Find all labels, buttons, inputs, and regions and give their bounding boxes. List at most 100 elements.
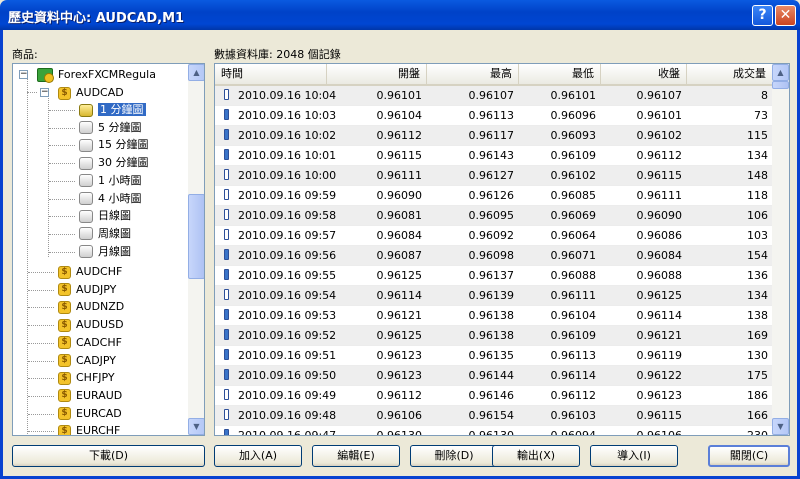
symbol-tree[interactable]: − ForexFXCMRegula − $ AUDCAD 1 分鐘圖 5 分鐘圖 15… xyxy=(12,63,205,436)
tree-root-label: ForexFXCMRegula xyxy=(58,68,156,81)
table-cell: 166 xyxy=(747,409,768,422)
table-row[interactable]: 2010.09.16 10:04 0.96101 0.96107 0.96101 0.9… xyxy=(215,86,773,106)
window-title: 歷史資料中心: AUDCAD,M1 xyxy=(8,11,185,26)
tree-symbol-label: AUDCAD xyxy=(76,86,124,99)
tree-timeframe-item[interactable]: 5 分鐘圖 xyxy=(49,119,142,136)
scroll-down-icon[interactable]: ▼ xyxy=(188,418,204,435)
table-cell: 115 xyxy=(747,129,768,142)
tree-symbol-item[interactable]: $ AUDJPY xyxy=(28,281,116,298)
table-scrollbar[interactable]: ▲ ▼ xyxy=(772,64,789,435)
tree-symbol-node[interactable]: $ AUDCAD xyxy=(58,84,124,101)
tree-root-node[interactable]: ForexFXCMRegula xyxy=(37,66,156,83)
table-row[interactable]: 2010.09.16 09:51 0.96123 0.96135 0.96113 0.9… xyxy=(215,346,773,366)
table-cell: 2010.09.16 09:55 xyxy=(238,269,337,282)
export-button[interactable]: 輸出(X) xyxy=(492,445,580,467)
table-row[interactable]: 2010.09.16 09:57 0.96084 0.96092 0.96064 0.9… xyxy=(215,226,773,246)
close-window-button[interactable]: ✕ xyxy=(775,5,796,26)
database-icon xyxy=(79,121,93,135)
tree-timeframe-item[interactable]: 1 小時圖 xyxy=(49,172,142,189)
column-header[interactable]: 最低 xyxy=(519,64,601,84)
title-bar[interactable]: 歷史資料中心: AUDCAD,M1 ? ✕ xyxy=(0,0,800,30)
table-cell: 0.96090 xyxy=(376,189,423,202)
table-row[interactable]: 2010.09.16 09:49 0.96112 0.96146 0.96112 0.9… xyxy=(215,386,773,406)
table-cell: 0.96114 xyxy=(376,289,423,302)
tree-timeframe-item[interactable]: 4 小時圖 xyxy=(49,190,142,207)
table-cell: 0.96106 xyxy=(376,409,423,422)
scroll-up-icon[interactable]: ▲ xyxy=(772,64,789,81)
table-scroll-thumb[interactable] xyxy=(772,81,789,89)
download-button[interactable]: 下載(D) xyxy=(12,445,205,467)
table-cell: 0.96069 xyxy=(550,209,597,222)
table-cell: 2010.09.16 09:56 xyxy=(238,249,337,262)
column-header[interactable]: 收盤 xyxy=(601,64,687,84)
tree-symbol-label: EURCHF xyxy=(76,424,121,436)
table-cell: 2010.09.16 09:59 xyxy=(238,189,337,202)
import-button[interactable]: 導入(I) xyxy=(590,445,678,467)
table-row[interactable]: 2010.09.16 09:50 0.96123 0.96144 0.96114 0.9… xyxy=(215,366,773,386)
tree-timeframe-label: 月線圖 xyxy=(98,244,131,258)
table-row[interactable]: 2010.09.16 10:01 0.96115 0.96143 0.96109 0.9… xyxy=(215,146,773,166)
table-row[interactable]: 2010.09.16 10:02 0.96112 0.96117 0.96093 0.9… xyxy=(215,126,773,146)
tree-symbol-item[interactable]: $ AUDUSD xyxy=(28,316,124,333)
candle-icon xyxy=(224,169,229,180)
tree-symbol-item[interactable]: $ EURAUD xyxy=(28,387,123,404)
tree-symbol-label: CADJPY xyxy=(76,353,117,367)
tree-scrollbar[interactable]: ▲ ▼ xyxy=(188,64,204,435)
tree-symbol-item[interactable]: $ CADCHF xyxy=(28,334,122,351)
tree-timeframe-item[interactable]: 日線圖 xyxy=(49,207,131,224)
scroll-down-icon[interactable]: ▼ xyxy=(772,418,789,435)
table-row[interactable]: 2010.09.16 09:59 0.96090 0.96126 0.96085 0.9… xyxy=(215,186,773,206)
table-row[interactable]: 2010.09.16 09:56 0.96087 0.96098 0.96071 0.9… xyxy=(215,246,773,266)
help-button[interactable]: ? xyxy=(752,5,773,26)
tree-timeframe-item[interactable]: 月線圖 xyxy=(49,243,131,260)
tree-guide-line xyxy=(49,145,75,147)
tree-symbol-item[interactable]: $ EURCHF xyxy=(28,422,121,436)
tree-timeframe-item[interactable]: 周線圖 xyxy=(49,225,131,242)
tree-symbol-item[interactable]: $ AUDNZD xyxy=(28,298,124,315)
table-cell: 0.96135 xyxy=(468,349,515,362)
tree-symbol-item[interactable]: $ AUDCHF xyxy=(28,263,122,280)
tree-symbol-item[interactable]: $ EURCAD xyxy=(28,405,122,422)
column-header[interactable]: 最高 xyxy=(427,64,519,84)
table-row[interactable]: 2010.09.16 10:03 0.96104 0.96113 0.96096 0.9… xyxy=(215,106,773,126)
table-row[interactable]: 2010.09.16 09:54 0.96114 0.96139 0.96111 0.9… xyxy=(215,286,773,306)
tree-scroll-thumb[interactable] xyxy=(188,194,204,279)
tree-timeframe-item[interactable]: 15 分鐘圖 xyxy=(49,136,149,153)
table-row[interactable]: 2010.09.16 10:00 0.96111 0.96127 0.96102 0.9… xyxy=(215,166,773,186)
table-cell: 0.96103 xyxy=(550,409,597,422)
close-button[interactable]: 關閉(C) xyxy=(708,445,790,467)
tree-guide-line xyxy=(49,198,75,200)
table-row[interactable]: 2010.09.16 09:48 0.96106 0.96154 0.96103 0.9… xyxy=(215,406,773,426)
table-cell: 2010.09.16 10:04 xyxy=(238,89,337,102)
add-button[interactable]: 加入(A) xyxy=(214,445,302,467)
table-cell: 0.96130 xyxy=(468,429,515,436)
collapse-icon[interactable]: − xyxy=(40,88,49,97)
table-cell: 0.96114 xyxy=(550,369,597,382)
column-header[interactable]: 開盤 xyxy=(327,64,427,84)
table-cell: 0.96154 xyxy=(468,409,515,422)
table-row[interactable]: 2010.09.16 09:52 0.96125 0.96138 0.96109 0.9… xyxy=(215,326,773,346)
history-table[interactable]: 時間 開盤 最高 最低 收盤 成交量 2010.09.16 10:04 0.96101 0.9… xyxy=(214,63,790,436)
delete-button[interactable]: 刪除(D) xyxy=(410,445,498,467)
table-row[interactable]: 2010.09.16 09:53 0.96121 0.96138 0.96104 0.9… xyxy=(215,306,773,326)
tree-guide-line xyxy=(49,251,75,253)
tree-timeframe-item[interactable]: 1 分鐘圖 xyxy=(49,101,146,118)
table-cell: 2010.09.16 10:02 xyxy=(238,129,337,142)
tree-symbol-item[interactable]: $ CHFJPY xyxy=(28,369,115,386)
column-header[interactable]: 成交量 xyxy=(687,64,773,84)
edit-button[interactable]: 編輯(E) xyxy=(312,445,400,467)
table-cell: 0.96117 xyxy=(468,129,515,142)
table-cell: 0.96139 xyxy=(468,289,515,302)
table-cell: 0.96115 xyxy=(376,149,423,162)
table-row[interactable]: 2010.09.16 09:58 0.96081 0.96095 0.96069 0.9… xyxy=(215,206,773,226)
column-header[interactable]: 時間 xyxy=(215,64,327,84)
tree-symbol-label: EURAUD xyxy=(76,388,123,402)
table-row[interactable]: 2010.09.16 09:47 0.96130 0.96130 0.96094 0.9… xyxy=(215,426,773,436)
currency-icon: $ xyxy=(58,336,71,350)
tree-symbol-item[interactable]: $ CADJPY xyxy=(28,352,117,369)
table-cell: 154 xyxy=(747,249,768,262)
scroll-up-icon[interactable]: ▲ xyxy=(188,64,204,81)
table-row[interactable]: 2010.09.16 09:55 0.96125 0.96137 0.96088 0.9… xyxy=(215,266,773,286)
tree-timeframe-item[interactable]: 30 分鐘圖 xyxy=(49,154,149,171)
collapse-icon[interactable]: − xyxy=(19,70,28,79)
